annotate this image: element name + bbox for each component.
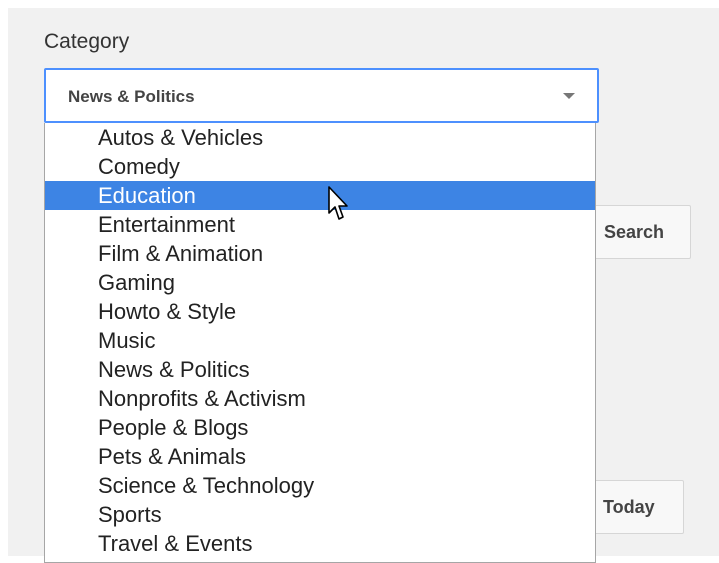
category-dropdown-list: Autos & Vehicles Comedy Education Entert… bbox=[44, 123, 596, 563]
option-music[interactable]: Music bbox=[45, 326, 595, 355]
option-howto-style[interactable]: Howto & Style bbox=[45, 297, 595, 326]
option-education[interactable]: Education bbox=[45, 181, 595, 210]
mouse-pointer-icon bbox=[328, 186, 348, 220]
option-autos-vehicles[interactable]: Autos & Vehicles bbox=[45, 123, 595, 152]
option-science-technology[interactable]: Science & Technology bbox=[45, 471, 595, 500]
option-pets-animals[interactable]: Pets & Animals bbox=[45, 442, 595, 471]
option-film-animation[interactable]: Film & Animation bbox=[45, 239, 595, 268]
category-select[interactable]: News & Politics bbox=[44, 68, 599, 123]
option-gaming[interactable]: Gaming bbox=[45, 268, 595, 297]
category-select-value: News & Politics bbox=[68, 87, 195, 106]
option-entertainment[interactable]: Entertainment bbox=[45, 210, 595, 239]
option-sports[interactable]: Sports bbox=[45, 500, 595, 529]
chevron-down-icon[interactable] bbox=[563, 93, 575, 99]
option-comedy[interactable]: Comedy bbox=[45, 152, 595, 181]
category-label: Category bbox=[44, 30, 130, 53]
option-travel-events[interactable]: Travel & Events bbox=[45, 529, 595, 558]
option-news-politics[interactable]: News & Politics bbox=[45, 355, 595, 384]
option-people-blogs[interactable]: People & Blogs bbox=[45, 413, 595, 442]
option-nonprofits-activism[interactable]: Nonprofits & Activism bbox=[45, 384, 595, 413]
